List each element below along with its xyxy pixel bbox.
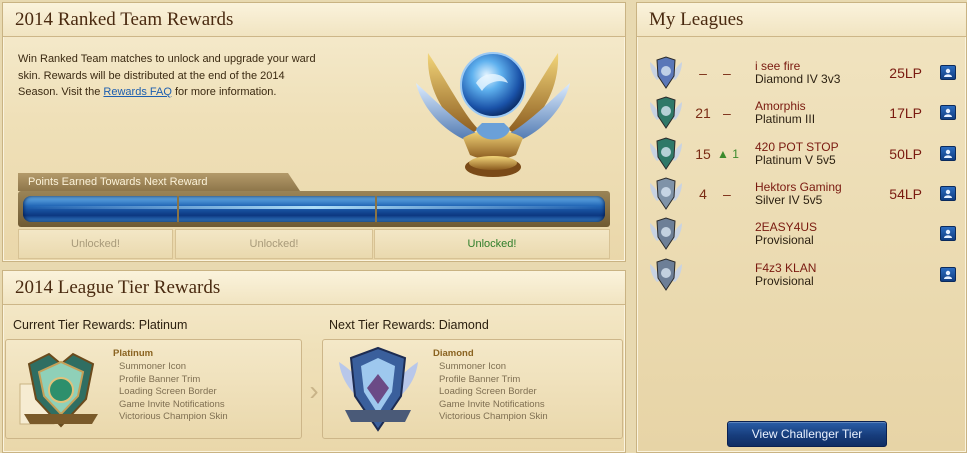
league-rank: 4 — [699, 186, 707, 202]
current-tier-name: Platinum — [113, 348, 154, 359]
reward-item: Loading Screen Border — [439, 386, 537, 398]
league-tier-division: Platinum III — [755, 112, 816, 126]
reward-item: Loading Screen Border — [119, 386, 217, 398]
league-tier-division: Provisional — [755, 274, 814, 288]
league-badge-icon — [650, 217, 682, 250]
profile-button-icon — [944, 189, 952, 198]
next-tier-card: Diamond Summoner Icon Profile Banner Tri… — [322, 339, 623, 439]
league-rank: 21 — [695, 105, 711, 121]
arrow-up-icon: ▲ — [717, 147, 729, 161]
progress-divider — [177, 196, 179, 222]
platinum-emblem-icon — [19, 352, 98, 428]
league-tier-division: Diamond IV 3v3 — [755, 72, 841, 86]
league-row[interactable]: 15 ▲ 1 420 POT STOP Platinum V 5v5 50LP — [643, 134, 960, 174]
league-tier-division: Silver IV 5v5 — [755, 193, 823, 207]
reward-progress-bar — [18, 191, 610, 227]
reward-item: Summoner Icon — [439, 361, 507, 372]
reward-item: Summoner Icon — [119, 361, 187, 372]
rewards-faq-link[interactable]: Rewards FAQ — [103, 86, 171, 98]
profile-button-icon — [944, 229, 952, 238]
rank-change: ▲ 1 — [717, 134, 739, 174]
league-team-name: i see fire — [755, 59, 801, 73]
league-points: 50LP — [889, 146, 922, 162]
profile-button[interactable] — [940, 186, 956, 201]
reward-slot-3: Unlocked! — [374, 229, 610, 259]
rank-change-value: 1 — [732, 147, 739, 161]
ranked-rewards-description: Win Ranked Team matches to unlock and up… — [18, 51, 318, 101]
league-tier-rewards-panel: 2014 League Tier Rewards Current Tier Re… — [2, 270, 626, 453]
current-tier-reward-list: Summoner Icon Profile Banner Trim Loadin… — [119, 361, 228, 424]
reward-item: Profile Banner Trim — [439, 373, 521, 385]
league-row[interactable]: 4– Hektors Gaming Silver IV 5v5 54LP — [643, 174, 960, 214]
league-row[interactable]: F4z3 KLAN Provisional — [643, 255, 960, 295]
current-tier-label: Current Tier Rewards: Platinum — [13, 318, 188, 332]
league-badge-icon — [650, 177, 682, 210]
my-leagues-title: My Leagues — [637, 3, 966, 37]
league-team-name: F4z3 KLAN — [755, 261, 817, 275]
my-leagues-panel: My Leagues – – i see fire Diamond IV 3v3 25L… — [636, 2, 967, 453]
chevron-right-icon: › — [309, 375, 319, 406]
current-tier-card: Platinum Summoner Icon Profile Banner Tr… — [5, 339, 302, 439]
progress-divider — [375, 196, 377, 222]
reward-item: Game Invite Notifications — [119, 398, 225, 410]
league-rank: 15 — [695, 146, 711, 162]
ranked-rewards-title: 2014 Ranked Team Rewards — [3, 3, 625, 37]
reward-item: Profile Banner Trim — [119, 373, 201, 385]
league-team-name: 420 POT STOP — [755, 140, 839, 154]
league-badge-icon — [650, 56, 682, 89]
league-badge-icon — [650, 258, 682, 291]
reward-item: Game Invite Notifications — [439, 398, 545, 410]
league-row[interactable]: – – i see fire Diamond IV 3v3 25LP — [643, 53, 960, 93]
profile-button-icon — [944, 68, 952, 77]
league-points: 25LP — [889, 65, 922, 81]
rank-change: – — [723, 186, 731, 202]
reward-item: Victorious Champion Skin — [119, 411, 228, 423]
reward-slot-2: Unlocked! — [175, 229, 373, 259]
profile-button[interactable] — [940, 105, 956, 120]
profile-button-icon — [944, 108, 952, 117]
progress-label: Points Earned Towards Next Reward — [18, 173, 300, 191]
league-points: 17LP — [889, 105, 922, 121]
league-row[interactable]: 2EASY4US Provisional — [643, 214, 960, 254]
description-text-end: for more information. — [174, 86, 277, 98]
diamond-emblem-icon — [339, 346, 418, 432]
league-tier-division: Provisional — [755, 233, 814, 247]
league-badge-icon — [650, 137, 682, 170]
next-tier-label: Next Tier Rewards: Diamond — [329, 318, 489, 332]
league-team-name: 2EASY4US — [755, 220, 818, 234]
profile-button-icon — [944, 270, 952, 279]
league-team-name: Amorphis — [755, 99, 806, 113]
profile-button[interactable] — [940, 226, 956, 241]
reward-item: Victorious Champion Skin — [439, 411, 548, 423]
next-tier-reward-list: Summoner Icon Profile Banner Trim Loadin… — [439, 361, 548, 424]
league-rank: – — [699, 65, 707, 81]
profile-button[interactable] — [940, 146, 956, 161]
rank-change: – — [723, 105, 731, 121]
rank-change: – — [723, 65, 731, 81]
tier-rewards-title: 2014 League Tier Rewards — [3, 271, 625, 305]
league-team-name: Hektors Gaming — [755, 180, 842, 194]
view-challenger-tier-button[interactable]: View Challenger Tier — [727, 421, 887, 447]
profile-button-icon — [944, 149, 952, 158]
league-badge-icon — [650, 96, 682, 129]
next-tier-name: Diamond — [433, 348, 474, 359]
profile-button[interactable] — [940, 267, 956, 282]
ward-trophy-icon — [416, 52, 570, 177]
ranked-team-rewards-panel: 2014 Ranked Team Rewards Win Ranked Team… — [2, 2, 626, 262]
reward-slot-1: Unlocked! — [18, 229, 173, 259]
league-row[interactable]: 21– Amorphis Platinum III 17LP — [643, 93, 960, 133]
progress-fill — [23, 196, 605, 222]
profile-button[interactable] — [940, 65, 956, 80]
league-points: 54LP — [889, 186, 922, 202]
league-tier-division: Platinum V 5v5 — [755, 153, 836, 167]
